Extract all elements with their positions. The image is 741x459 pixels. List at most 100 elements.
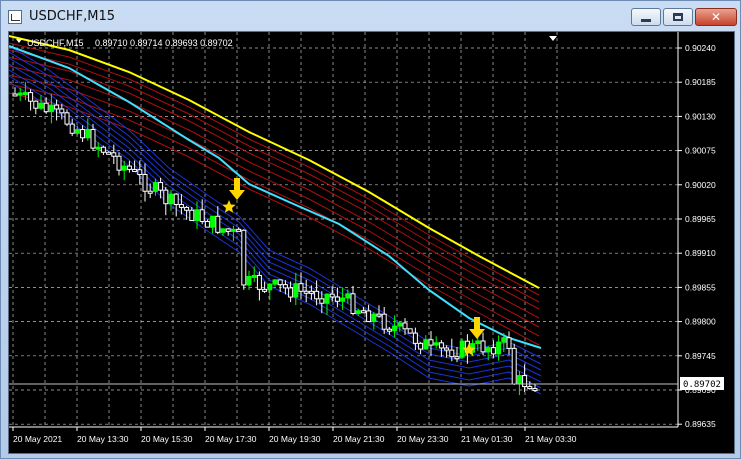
bear-candle: [277, 279, 283, 286]
bear-candle: [298, 283, 304, 292]
bull-candle: [194, 209, 200, 222]
bear-candle: [158, 182, 164, 191]
bear-candle: [376, 313, 382, 317]
time-tick-label: 21 May 01:30: [461, 434, 513, 444]
bear-candle: [522, 375, 528, 388]
bull-candle: [85, 128, 91, 139]
bear-candle: [360, 310, 366, 314]
bear-candle: [407, 328, 413, 334]
time-tick-label: 20 May 21:30: [333, 434, 385, 444]
bear-candle: [59, 108, 65, 114]
time-tick-label: 20 May 17:30: [205, 434, 257, 444]
bear-candle: [33, 100, 39, 109]
bear-candle: [532, 388, 538, 392]
bull-candle: [475, 340, 481, 345]
bear-candle: [147, 190, 153, 194]
minimize-button[interactable]: [631, 8, 661, 26]
bear-candle: [288, 287, 294, 298]
bear-candle: [137, 169, 143, 176]
bull-candle: [267, 283, 273, 291]
bear-candle: [308, 290, 314, 294]
time-tick-label: 20 May 19:30: [269, 434, 321, 444]
price-chart[interactable]: USDCHF,M15 0.89710 0.89714 0.89693 0.897…: [9, 32, 734, 453]
bear-candle: [438, 342, 444, 349]
price-tick-label: 0.89800: [685, 317, 716, 327]
bear-candle: [506, 337, 512, 349]
minimize-icon: [641, 18, 651, 22]
ohlc-readout: 0.89710 0.89714 0.89693 0.89702: [95, 38, 233, 48]
bull-candle: [485, 347, 491, 353]
red-ema-line: [9, 83, 540, 337]
close-button[interactable]: ✕: [695, 8, 737, 26]
bear-candle: [116, 155, 122, 171]
bull-candle: [95, 146, 101, 150]
bear-candle: [256, 274, 262, 290]
bear-candle: [69, 123, 75, 134]
maximize-icon: [673, 13, 683, 21]
bull-candle: [168, 193, 174, 205]
bear-candle: [402, 322, 408, 330]
price-tick-label: 0.90130: [685, 111, 716, 121]
current-price-label: 0.89702: [683, 380, 721, 390]
bear-candle: [43, 102, 49, 113]
bear-candle: [80, 129, 86, 139]
bull-candle: [459, 340, 465, 358]
maximize-button[interactable]: [663, 8, 693, 26]
bear-candle: [236, 228, 242, 232]
price-tick-label: 0.90240: [685, 43, 716, 53]
chart-window-icon: [8, 10, 22, 24]
time-tick-label: 20 May 13:30: [77, 434, 129, 444]
price-axis[interactable]: 0.90240 0.90185 0.90130 0.90075 0.90020 0.899…: [678, 43, 716, 429]
price-tick-label: 0.90185: [685, 77, 716, 87]
chart-window: USDCHF,M15 ✕ USDCHF,M15 0.89710 0.89714 …: [0, 0, 741, 459]
bull-candle: [22, 92, 28, 96]
bear-candle: [126, 165, 132, 170]
bear-candle: [511, 347, 517, 385]
bear-candle: [386, 328, 392, 332]
bear-candle: [428, 339, 434, 346]
chart-area[interactable]: USDCHF,M15 0.89710 0.89714 0.89693 0.897…: [8, 31, 735, 454]
time-axis[interactable]: 20 May 2021 20 May 13:30 20 May 15:30 20 Ma…: [12, 427, 577, 444]
bear-candle: [54, 104, 60, 110]
bull-candle: [355, 310, 361, 315]
bear-candle: [282, 284, 288, 289]
time-tick-label: 20 May 15:30: [141, 434, 193, 444]
bear-candle: [132, 168, 138, 172]
bear-candle: [142, 174, 148, 192]
bull-candle: [397, 322, 403, 327]
bull-candle: [272, 279, 278, 285]
price-tick-label: 0.89965: [685, 214, 716, 224]
bull-candle: [48, 104, 54, 113]
bull-candle: [433, 342, 439, 346]
bear-candle: [241, 229, 247, 286]
price-tick-label: 0.89910: [685, 248, 716, 258]
bear-candle: [90, 128, 96, 149]
bear-candle: [163, 189, 169, 205]
bear-candle: [225, 228, 231, 232]
bull-candle: [74, 129, 80, 134]
bull-candle: [392, 325, 398, 332]
bear-candle: [480, 340, 486, 353]
bear-candle: [366, 310, 372, 323]
bear-candle: [454, 356, 460, 360]
bull-candle: [293, 283, 299, 298]
bear-candle: [173, 193, 179, 206]
bull-candle: [230, 228, 236, 232]
bull-candle: [501, 337, 507, 343]
one-click-trading-icon[interactable]: [549, 36, 557, 41]
title-bar[interactable]: USDCHF,M15 ✕: [1, 1, 740, 31]
bear-candle: [215, 215, 221, 233]
price-tick-label: 0.90075: [685, 146, 716, 156]
bear-candle: [314, 290, 320, 300]
bull-candle: [38, 102, 44, 109]
time-tick-label: 20 May 2021: [13, 434, 62, 444]
collapse-triangle-icon[interactable]: [16, 39, 22, 43]
bear-candle: [100, 146, 106, 153]
bear-candle: [418, 342, 424, 350]
bear-candle: [412, 332, 418, 344]
down-arrow-icon: [229, 178, 245, 200]
bear-candle: [449, 349, 455, 358]
price-tick-label: 0.90020: [685, 180, 716, 190]
bear-candle: [199, 209, 205, 222]
bear-candle: [350, 293, 356, 315]
